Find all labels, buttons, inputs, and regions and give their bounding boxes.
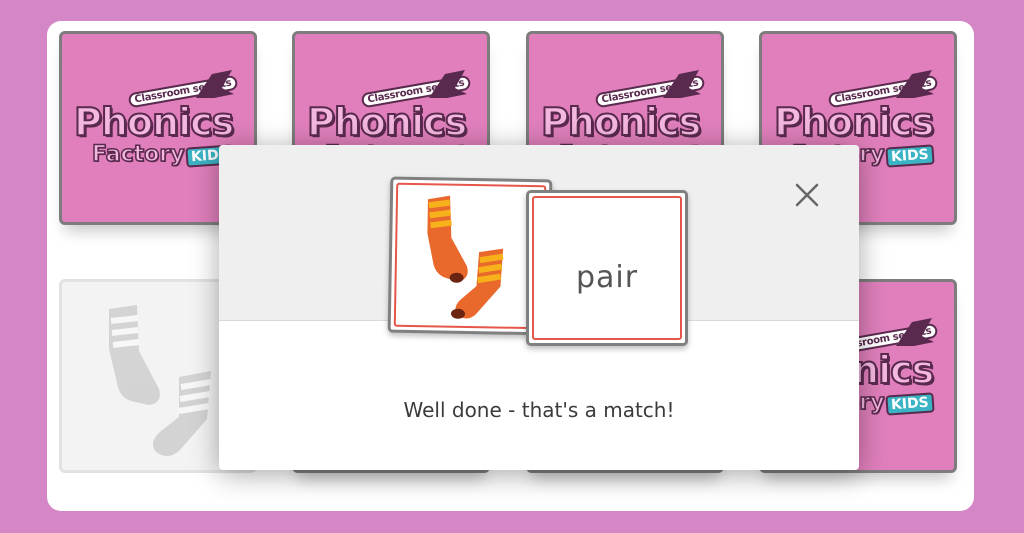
- hat-icon: [663, 70, 701, 98]
- hat-icon: [896, 318, 934, 346]
- logo-big-text: Phonics: [540, 99, 702, 145]
- word-card: pair: [526, 190, 688, 346]
- logo-big-text: Phonics: [306, 99, 468, 145]
- logo-big-text: Phonics: [73, 99, 235, 145]
- hat-icon: [429, 70, 467, 98]
- match-message: Well done - that's a match!: [403, 398, 675, 422]
- hat-icon: [896, 70, 934, 98]
- logo-big-text: Phonics: [773, 99, 935, 145]
- socks-icon: [427, 195, 504, 319]
- match-dialog: pair Well done - that's a match!: [219, 145, 859, 470]
- logo-kids-badge: KIDS: [885, 144, 935, 168]
- logo-sub-text: Factory: [91, 141, 185, 168]
- logo-kids-badge: KIDS: [885, 392, 935, 416]
- close-icon[interactable]: [793, 181, 821, 209]
- word-text: pair: [575, 260, 639, 295]
- hat-icon: [196, 70, 234, 98]
